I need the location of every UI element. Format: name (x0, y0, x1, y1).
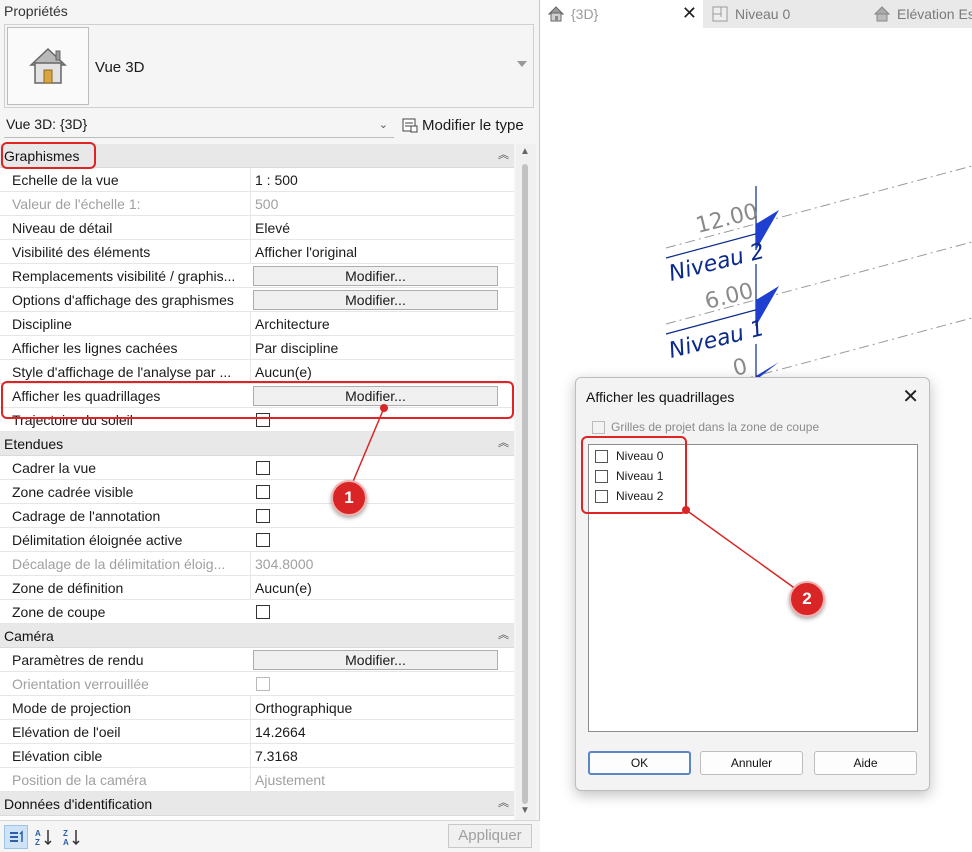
step-badge-1: 1 (331, 480, 367, 516)
annotation-arrows (351, 404, 801, 593)
step-badge-2: 2 (789, 581, 825, 617)
